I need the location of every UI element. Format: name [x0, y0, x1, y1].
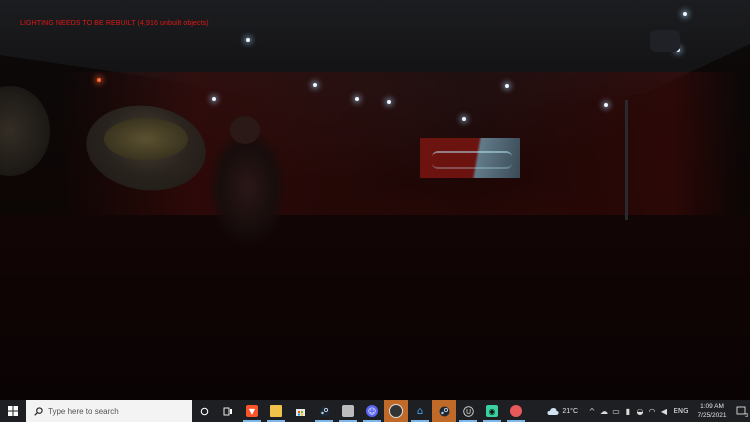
search-icon — [34, 406, 43, 416]
taskbar-app-discord[interactable]: ☺ — [360, 400, 384, 422]
taskbar-app-home[interactable]: ⌂ — [408, 400, 432, 422]
taskbar-app-brave[interactable]: ▼ — [240, 400, 264, 422]
steam-icon — [319, 406, 329, 416]
taskbar-app-record[interactable] — [384, 400, 408, 422]
store-icon — [295, 408, 305, 416]
chevron-up-icon[interactable]: ^ — [586, 400, 598, 422]
language-indicator[interactable]: ENG — [670, 400, 692, 422]
clock-date: 7/25/2021 — [697, 412, 727, 419]
taskbar-app-unreal-engine[interactable]: U — [456, 400, 480, 422]
microphone-icon[interactable]: ▮ — [622, 400, 634, 422]
windows-icon — [8, 406, 18, 416]
paint-icon — [510, 405, 522, 417]
ceiling-light — [212, 97, 216, 101]
weather-temp: 21°C — [562, 407, 578, 415]
ceiling-light — [462, 117, 466, 121]
cortana-icon — [200, 407, 208, 415]
start-button[interactable] — [0, 400, 26, 422]
system-tray: 21°C ^ ☁ ▭ ▮ ◒ ◠ ◀ ENG 1:09 AM 7/25/2021… — [547, 400, 750, 422]
food-poster-left — [0, 86, 50, 176]
onedrive-icon[interactable]: ☁ — [598, 400, 610, 422]
svg-text:U: U — [466, 408, 471, 416]
taskbar-app-store[interactable] — [288, 400, 312, 422]
game-viewport[interactable]: LIGHTING NEEDS TO BE REBUILT (4,916 unbu… — [0, 0, 750, 400]
taskbar: Type here to search ▼ ☺ ⌂ U ◉ 21°C ^ ☁ ▭… — [0, 400, 750, 422]
ceiling-camera-rig — [650, 30, 680, 52]
network-icon[interactable]: ◒ — [634, 400, 646, 422]
welcome-neon-text — [432, 151, 512, 169]
dark-floor — [0, 215, 750, 400]
ceiling-light — [604, 103, 608, 107]
taskbar-app-drive[interactable] — [336, 400, 360, 422]
wifi-icon[interactable]: ◠ — [646, 400, 658, 422]
taskbar-app-steam-2[interactable] — [432, 400, 456, 422]
support-pillar — [625, 100, 628, 220]
cloud-icon — [547, 407, 559, 415]
lighting-warning: LIGHTING NEEDS TO BE REBUILT (4,916 unbu… — [20, 20, 209, 27]
cortana-button[interactable] — [192, 400, 216, 422]
volume-icon[interactable]: ◀ — [658, 400, 670, 422]
clock[interactable]: 1:09 AM 7/25/2021 — [692, 402, 732, 420]
taskbar-app-gamemaker[interactable]: ◉ — [480, 400, 504, 422]
steam-icon — [439, 406, 449, 416]
folder-icon — [270, 405, 282, 417]
animatronic-head — [230, 116, 260, 144]
home-icon: ⌂ — [416, 405, 424, 417]
ceiling-light — [246, 38, 250, 42]
clock-time: 1:09 AM — [700, 403, 724, 410]
food-poster-food — [104, 118, 188, 160]
drive-icon — [342, 405, 354, 417]
ceiling-light — [355, 97, 359, 101]
notification-count: 3 — [745, 413, 748, 419]
taskbar-app-paint[interactable] — [504, 400, 528, 422]
record-icon — [389, 404, 403, 418]
red-light — [97, 78, 101, 82]
battery-icon[interactable]: ▭ — [610, 400, 622, 422]
discord-icon: ☺ — [366, 405, 378, 417]
ceiling-light — [683, 12, 687, 16]
ceiling-light — [387, 100, 391, 104]
weather-widget[interactable]: 21°C — [547, 407, 578, 416]
search-placeholder: Type here to search — [48, 406, 119, 416]
ceiling-light — [313, 83, 317, 87]
task-view-icon — [223, 407, 232, 415]
controller-icon: ◉ — [486, 405, 498, 417]
brave-icon: ▼ — [246, 405, 258, 417]
taskbar-search[interactable]: Type here to search — [26, 400, 192, 422]
unreal-icon: U — [462, 405, 474, 417]
task-view-button[interactable] — [216, 400, 240, 422]
notification-button[interactable]: 3 — [732, 400, 750, 422]
ceiling-light — [505, 84, 509, 88]
taskbar-app-steam[interactable] — [312, 400, 336, 422]
taskbar-app-file-explorer[interactable] — [264, 400, 288, 422]
language-label: ENG — [673, 407, 689, 415]
